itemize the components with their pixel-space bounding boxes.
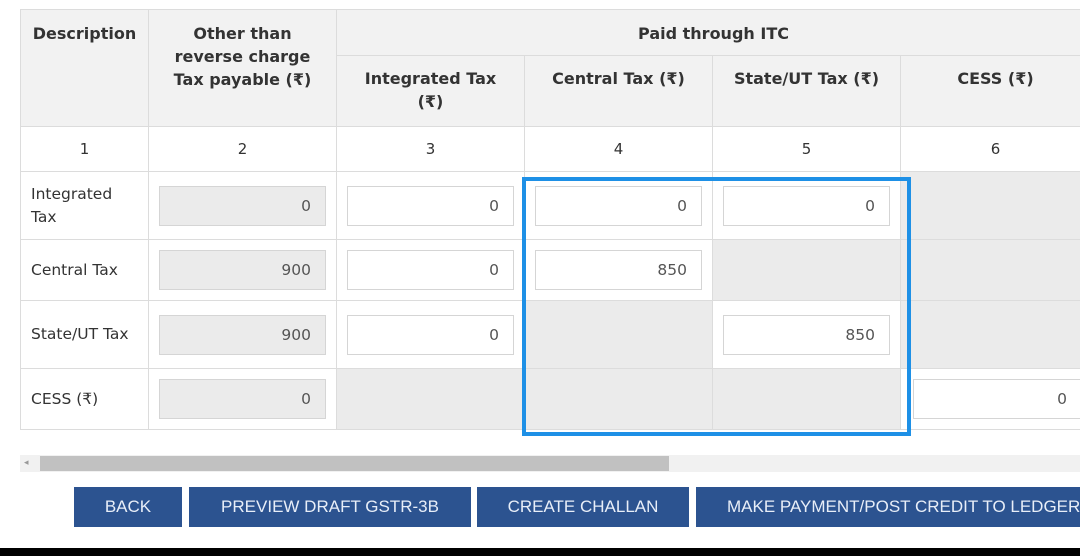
disabled-cell: [712, 368, 901, 430]
column-number: 2: [148, 126, 337, 172]
tax-payment-table-container: Description Other than reverse charge Ta…: [20, 9, 1080, 431]
table-row-state-ut-tax: State/UT Tax 900 0 850: [20, 300, 1080, 369]
central-tax-input[interactable]: 850: [535, 250, 702, 290]
column-number: 3: [336, 126, 525, 172]
column-number: 5: [712, 126, 901, 172]
column-number: 6: [900, 126, 1080, 172]
header-description: Description: [20, 9, 149, 127]
integrated-tax-input[interactable]: 0: [347, 250, 514, 290]
table-row-cess: CESS (₹) 0 0: [20, 368, 1080, 430]
make-payment-button[interactable]: MAKE PAYMENT/POST CREDIT TO LEDGER: [696, 487, 1080, 527]
scroll-left-arrow-icon[interactable]: ◂: [24, 458, 34, 469]
header-central-tax: Central Tax (₹): [524, 55, 713, 127]
back-button[interactable]: BACK: [74, 487, 182, 527]
header-state-ut-tax: State/UT Tax (₹): [712, 55, 901, 127]
column-number: 4: [524, 126, 713, 172]
create-challan-button[interactable]: CREATE CHALLAN: [477, 487, 689, 527]
tax-payable-field: 0: [159, 379, 326, 419]
disabled-cell: [900, 171, 1080, 240]
row-description: CESS (₹): [20, 368, 149, 430]
row-description: Central Tax: [20, 239, 149, 301]
row-description: State/UT Tax: [20, 300, 149, 369]
integrated-tax-input[interactable]: 0: [347, 314, 514, 355]
table-row-central-tax: Central Tax 900 0 850: [20, 239, 1080, 301]
disabled-cell: [524, 300, 713, 369]
disabled-cell: [712, 239, 901, 301]
header-paid-through-itc: Paid through ITC: [336, 9, 1080, 56]
cess-input[interactable]: 0: [913, 379, 1080, 419]
bottom-black-bar: [0, 548, 1080, 556]
state-ut-tax-input[interactable]: 850: [723, 314, 890, 355]
column-number: 1: [20, 126, 149, 172]
central-tax-input[interactable]: 0: [535, 185, 702, 226]
integrated-tax-input[interactable]: 0: [347, 185, 514, 226]
preview-draft-gstr3b-button[interactable]: PREVIEW DRAFT GSTR-3B: [189, 487, 471, 527]
tax-payment-table: Description Other than reverse charge Ta…: [20, 9, 1080, 430]
column-number-row: 1 2 3 4 5 6: [20, 126, 1080, 172]
tax-payable-field: 900: [159, 250, 326, 290]
disabled-cell: [524, 368, 713, 430]
header-integrated-tax: Integrated Tax (₹): [336, 55, 525, 127]
header-cess: CESS (₹): [900, 55, 1080, 127]
disabled-cell: [900, 300, 1080, 369]
horizontal-scrollbar[interactable]: ◂: [20, 455, 1080, 472]
scrollbar-thumb[interactable]: [40, 456, 669, 471]
state-ut-tax-input[interactable]: 0: [723, 185, 890, 226]
disabled-cell: [336, 368, 525, 430]
disabled-cell: [900, 239, 1080, 301]
tax-payable-field: 900: [159, 314, 326, 355]
tax-payable-field: 0: [159, 185, 326, 226]
header-tax-payable: Other than reverse charge Tax payable (₹…: [148, 9, 337, 127]
row-description: Integrated Tax: [20, 171, 149, 240]
table-row-integrated-tax: Integrated Tax 0 0 0 0: [20, 171, 1080, 240]
